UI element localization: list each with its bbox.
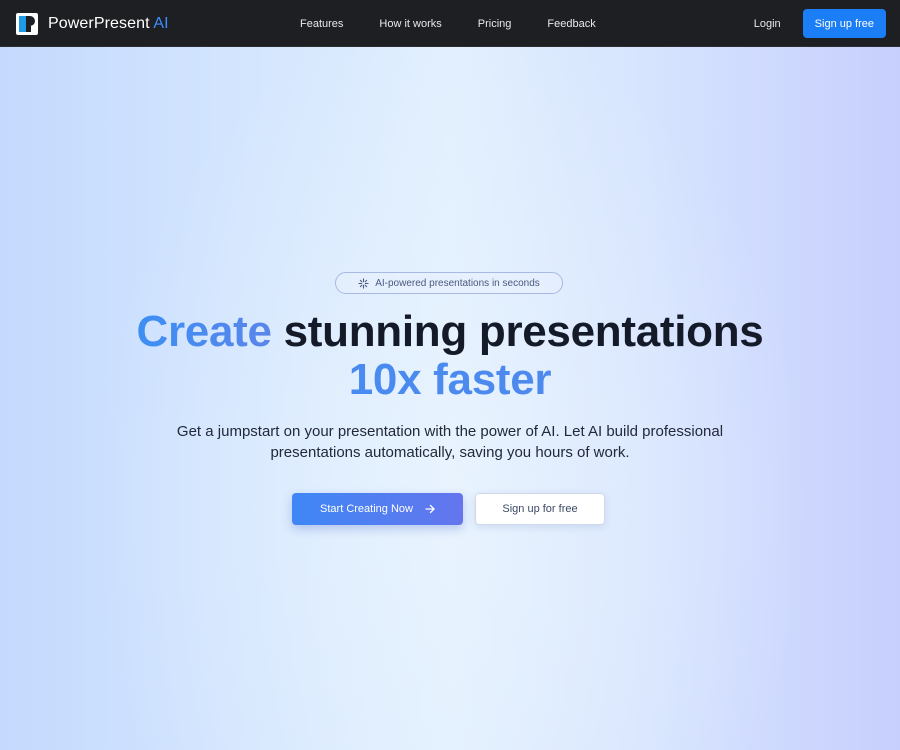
subtext-line-2: presentations automatically, saving you … xyxy=(270,444,630,461)
hero-subtext: Get a jumpstart on your presentation wit… xyxy=(0,421,900,463)
headline-line-1: Create stunning presentations xyxy=(0,308,900,356)
subtext-line-1: Get a jumpstart on your presentation wit… xyxy=(176,423,724,440)
powerpresent-logo-icon xyxy=(16,13,38,35)
headline-line-2: 10x faster xyxy=(0,356,900,404)
ai-badge: AI-powered presentations in seconds xyxy=(335,272,563,294)
nav-links: Features How it works Pricing Feedback xyxy=(300,0,632,47)
signup-for-free-button[interactable]: Sign up for free xyxy=(475,493,605,525)
start-creating-label: Start Creating Now xyxy=(320,503,413,515)
brand-accent: AI xyxy=(153,15,169,32)
brand-logo[interactable]: PowerPresent AI xyxy=(16,13,169,35)
nav-actions: Login Sign up free xyxy=(754,9,886,38)
start-creating-button[interactable]: Start Creating Now xyxy=(292,493,463,525)
arrow-right-icon xyxy=(425,504,435,514)
nav-link-feedback[interactable]: Feedback xyxy=(547,18,595,30)
hero-headline: Create stunning presentations 10x faster xyxy=(0,308,900,404)
brand-name: PowerPresent AI xyxy=(48,15,169,32)
headline-highlight: Create xyxy=(136,307,272,356)
badge-text: AI-powered presentations in seconds xyxy=(375,277,540,289)
nav-link-how-it-works[interactable]: How it works xyxy=(379,18,441,30)
nav-link-pricing[interactable]: Pricing xyxy=(478,18,512,30)
headline-rest: stunning presentations xyxy=(283,307,764,356)
sparkle-icon xyxy=(358,277,369,289)
signup-free-button[interactable]: Sign up free xyxy=(802,9,886,38)
nav-link-features[interactable]: Features xyxy=(300,18,343,30)
login-link[interactable]: Login xyxy=(754,18,781,30)
top-navbar: PowerPresent AI Features How it works Pr… xyxy=(0,0,900,47)
